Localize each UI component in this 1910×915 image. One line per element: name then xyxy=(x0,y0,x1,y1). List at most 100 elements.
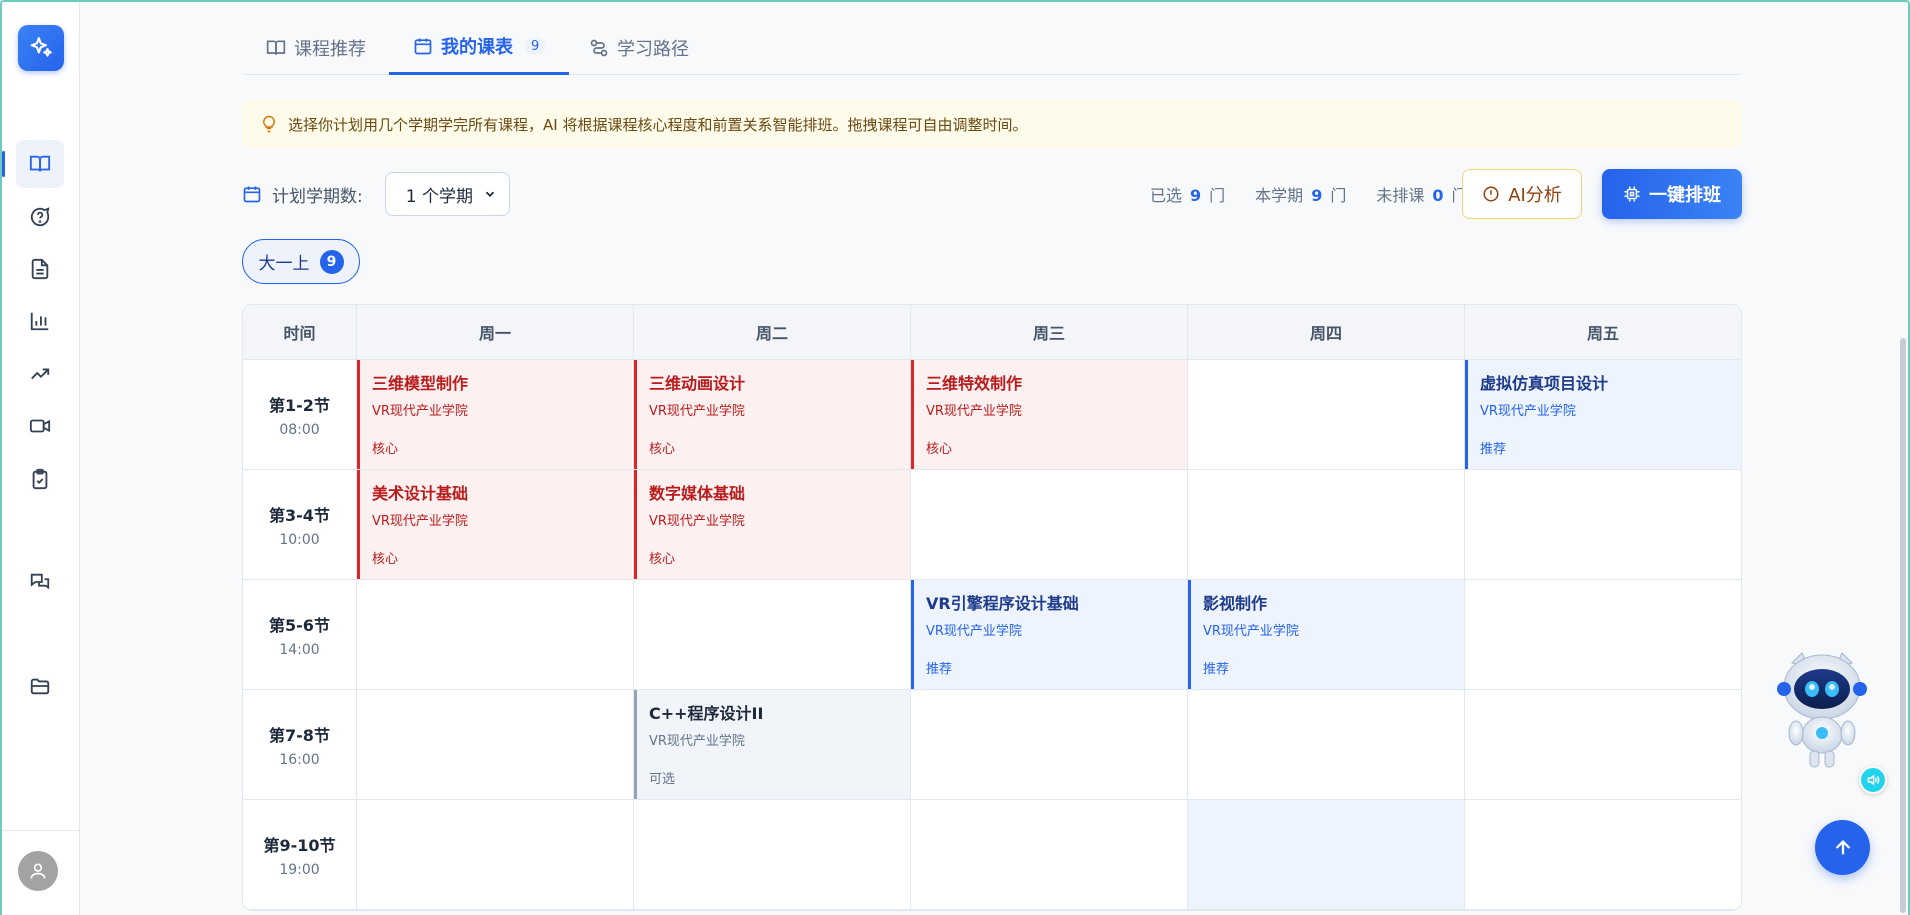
app-logo[interactable] xyxy=(18,25,64,71)
schedule-slot[interactable] xyxy=(911,800,1188,910)
schedule-slot[interactable] xyxy=(357,580,634,690)
schedule-slot[interactable] xyxy=(634,580,911,690)
course-name: 三维模型制作 xyxy=(372,374,469,393)
schedule-slot[interactable] xyxy=(1465,690,1741,800)
period-cell: 第5-6节 14:00 xyxy=(243,580,357,690)
stat-selected: 已选 9 门 xyxy=(1150,186,1226,205)
timetable: 时间 周一 周二 周三 周四 周五 第1-2节 08:00 第3-4节 10:00 第5-6节 14… xyxy=(242,304,1742,911)
period-time: 19:00 xyxy=(279,861,320,878)
nav-files[interactable] xyxy=(16,662,64,710)
schedule-slot[interactable] xyxy=(1465,800,1741,910)
schedule-slot[interactable] xyxy=(357,690,634,800)
course-card[interactable]: C++程序设计II VR现代产业学院 可选 xyxy=(634,690,910,799)
tab-my-schedule[interactable]: 我的课表 9 xyxy=(389,20,570,75)
period-cell: 第3-4节 10:00 xyxy=(243,470,357,580)
nav-courses[interactable] xyxy=(16,140,64,188)
book-icon xyxy=(266,40,286,55)
sidebar-footer xyxy=(0,830,80,915)
trending-up-icon xyxy=(31,368,50,380)
stat-unscheduled: 未排课 0 门 xyxy=(1376,186,1468,205)
schedule-slot[interactable] xyxy=(1188,800,1465,910)
tab-label: 课程推荐 xyxy=(294,38,366,60)
course-college: VR现代产业学院 xyxy=(926,404,1022,419)
folder-icon xyxy=(30,678,50,695)
tab-learning-path[interactable]: 学习路径 xyxy=(565,20,713,75)
course-tag: 推荐 xyxy=(1480,442,1507,457)
course-card[interactable]: 三维特效制作 VR现代产业学院 核心 xyxy=(911,360,1187,469)
day-header: 周二 xyxy=(634,305,911,360)
day-header: 周四 xyxy=(1188,305,1465,360)
avatar[interactable] xyxy=(18,851,58,891)
course-tag: 核心 xyxy=(372,442,399,457)
lightbulb-icon xyxy=(263,115,275,133)
course-card[interactable]: VR引擎程序设计基础 VR现代产业学院 推荐 xyxy=(911,580,1187,689)
schedule-slot[interactable] xyxy=(1465,470,1741,580)
help-circle-icon xyxy=(30,207,50,227)
day-header: 周一 xyxy=(357,305,634,360)
course-college: VR现代产业学院 xyxy=(649,514,745,529)
semester-count-select[interactable]: 1 个学期 xyxy=(384,172,510,216)
cpu-icon xyxy=(1624,186,1640,202)
course-name: 数字媒体基础 xyxy=(649,484,746,503)
course-card[interactable]: 三维动画设计 VR现代产业学院 核心 xyxy=(634,360,910,469)
course-name: 三维特效制作 xyxy=(926,374,1023,393)
nav-tasks[interactable] xyxy=(16,455,64,503)
schedule-slot[interactable] xyxy=(1188,360,1465,470)
tab-label: 我的课表 xyxy=(441,37,513,58)
schedule-slot[interactable] xyxy=(634,800,911,910)
auto-schedule-button[interactable]: 一键排班 xyxy=(1602,169,1742,219)
nav-active-indicator xyxy=(2,151,5,177)
scroll-to-top-button[interactable] xyxy=(1815,820,1870,875)
ai-analysis-button[interactable]: AI分析 xyxy=(1462,169,1582,219)
ai-assistant-robot[interactable] xyxy=(1772,645,1872,775)
tab-recommend[interactable]: 课程推荐 xyxy=(242,20,390,75)
page-scrollbar[interactable] xyxy=(1900,338,1906,913)
schedule-slot[interactable] xyxy=(1465,580,1741,690)
course-tag: 核心 xyxy=(649,442,676,457)
schedule-slot[interactable] xyxy=(1188,470,1465,580)
course-name: 虚拟仿真项目设计 xyxy=(1480,374,1609,393)
nav-trends[interactable] xyxy=(16,350,64,398)
course-name: 影视制作 xyxy=(1203,594,1268,613)
course-name: 三维动画设计 xyxy=(649,374,746,393)
semester-count-badge: 9 xyxy=(319,249,344,274)
period-cell: 第9-10节 19:00 xyxy=(243,800,357,910)
schedule-slot[interactable] xyxy=(357,800,634,910)
auto-schedule-label: 一键排班 xyxy=(1649,185,1721,206)
course-card[interactable]: 影视制作 VR现代产业学院 推荐 xyxy=(1188,580,1464,689)
tab-bar: 课程推荐 我的课表 9 学习路径 xyxy=(242,20,1742,75)
tip-text: 选择你计划用几个学期学完所有课程，AI 将根据课程核心程度和前置关系智能排班。拖… xyxy=(288,115,1028,134)
ai-analysis-label: AI分析 xyxy=(1508,185,1562,206)
schedule-slot[interactable] xyxy=(911,690,1188,800)
book-icon xyxy=(29,155,51,172)
schedule-slot[interactable] xyxy=(911,470,1188,580)
period-label: 第3-4节 xyxy=(269,505,330,525)
course-tag: 核心 xyxy=(372,552,399,567)
nav-documents[interactable] xyxy=(16,245,64,293)
volume-icon xyxy=(1867,774,1880,786)
arrow-up-icon xyxy=(1835,839,1850,854)
period-cell: 第1-2节 08:00 xyxy=(243,360,357,470)
period-time: 16:00 xyxy=(279,751,320,768)
period-time: 10:00 xyxy=(279,531,320,548)
period-label: 第5-6节 xyxy=(269,615,330,635)
select-value: 1 个学期 xyxy=(405,186,473,207)
course-card[interactable]: 三维模型制作 VR现代产业学院 核心 xyxy=(357,360,633,469)
nav-videos[interactable] xyxy=(16,402,64,450)
schedule-slot[interactable] xyxy=(1188,690,1465,800)
tab-count-badge: 9 xyxy=(525,37,546,55)
bar-chart-icon xyxy=(30,312,49,331)
course-card[interactable]: 美术设计基础 VR现代产业学院 核心 xyxy=(357,470,633,579)
semester-controls: 计划学期数: 1 个学期 xyxy=(242,172,510,216)
course-college: VR现代产业学院 xyxy=(1480,404,1576,419)
course-card[interactable]: 数字媒体基础 VR现代产业学院 核心 xyxy=(634,470,910,579)
period-label: 第1-2节 xyxy=(269,395,330,415)
period-time: 08:00 xyxy=(279,421,320,438)
course-card[interactable]: 虚拟仿真项目设计 VR现代产业学院 推荐 xyxy=(1465,360,1741,469)
course-tag: 推荐 xyxy=(1203,662,1230,677)
sound-toggle-button[interactable] xyxy=(1859,766,1887,794)
nav-stats[interactable] xyxy=(16,297,64,345)
nav-qa[interactable] xyxy=(16,193,64,241)
semester-pill[interactable]: 大一上 9 xyxy=(242,239,360,284)
nav-chat[interactable] xyxy=(16,558,64,606)
